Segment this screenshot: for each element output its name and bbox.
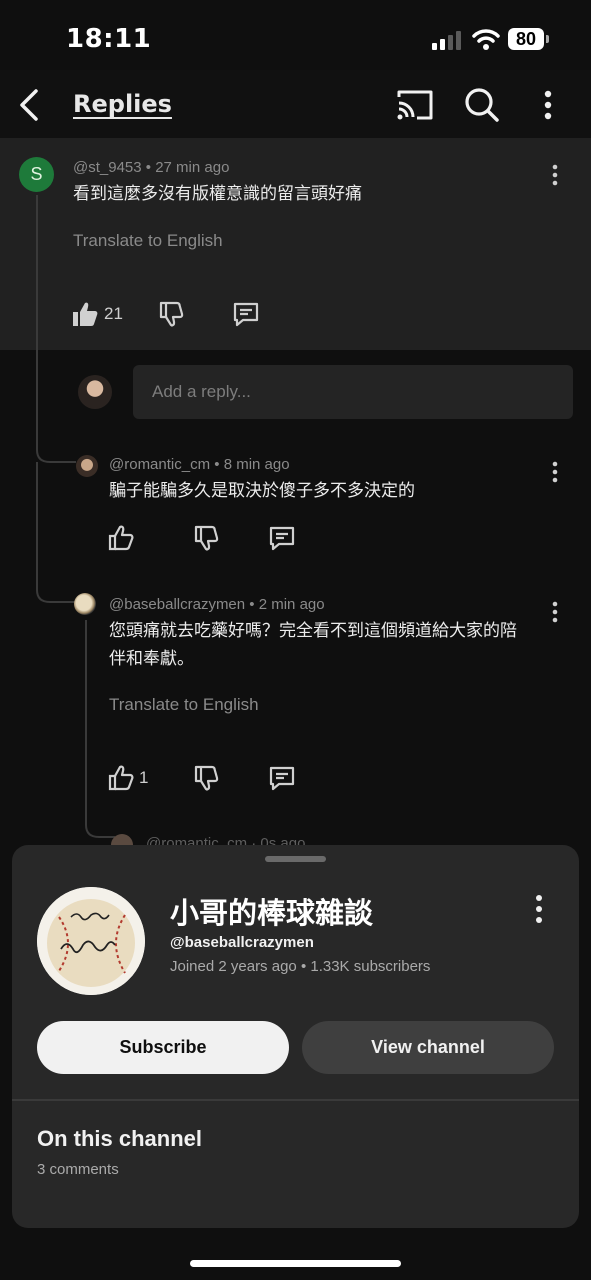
battery-level: 80 — [508, 28, 544, 50]
status-time: 18:11 — [66, 24, 152, 54]
like-icon[interactable] — [107, 524, 135, 552]
avatar[interactable]: S — [19, 157, 54, 192]
battery-tip — [546, 35, 549, 43]
search-icon[interactable] — [463, 86, 501, 124]
comment-more-icon[interactable] — [545, 599, 565, 625]
like-filled-icon[interactable] — [71, 300, 99, 328]
my-avatar — [78, 375, 112, 409]
subscriber-count: 1.33K subscribers — [310, 958, 431, 975]
avatar[interactable] — [74, 593, 96, 615]
joined-date: Joined 2 years ago — [170, 958, 297, 975]
comment-text: 伴和奉獻。 — [109, 649, 194, 669]
thread-connector — [85, 815, 115, 838]
avatar[interactable] — [76, 455, 98, 477]
like-icon[interactable] — [107, 764, 135, 792]
comment-author[interactable]: @st_9453 — [73, 159, 142, 176]
cellular-signal-icon — [432, 31, 461, 50]
reply-icon[interactable] — [268, 764, 296, 792]
translate-link[interactable]: Translate to English — [73, 231, 223, 251]
comment-author[interactable]: @baseballcrazymen — [109, 596, 245, 613]
dislike-icon[interactable] — [192, 524, 220, 552]
meta-separator: • — [249, 596, 259, 613]
comment-meta: @romantic_cm • 8 min ago — [109, 456, 290, 473]
comment-text: 騙子能騙多久是取決於傻子多不多決定的 — [109, 481, 415, 501]
thread-line — [85, 620, 87, 825]
thread-line — [36, 195, 38, 450]
comment-time: 8 min ago — [223, 456, 290, 473]
cast-icon[interactable] — [395, 88, 435, 122]
sheet-more-icon[interactable] — [528, 892, 550, 926]
like-count: 21 — [104, 304, 123, 323]
reply-icon[interactable] — [232, 300, 260, 328]
comment-text: 您頭痛就去吃藥好嗎？完全看不到這個頻道給大家的陪 — [109, 621, 517, 641]
wifi-icon — [472, 29, 500, 50]
dislike-icon[interactable] — [157, 300, 185, 328]
channel-handle: @baseballcrazymen — [170, 934, 314, 951]
comment-meta: @baseballcrazymen • 2 min ago — [109, 596, 325, 613]
comment-meta: @st_9453 • 27 min ago — [73, 159, 229, 176]
dislike-icon[interactable] — [192, 764, 220, 792]
battery-indicator: 80 — [508, 28, 550, 50]
more-options-icon[interactable] — [532, 86, 564, 124]
translate-link[interactable]: Translate to English — [109, 695, 259, 715]
thread-connector — [36, 580, 76, 603]
subscribe-button[interactable]: Subscribe — [37, 1021, 289, 1074]
baseball-icon — [37, 887, 145, 995]
channel-avatar[interactable] — [37, 887, 145, 995]
comment-author[interactable]: @romantic_cm — [109, 456, 210, 473]
comment-more-icon[interactable] — [545, 162, 565, 188]
channel-name: 小哥的棒球雜談 — [170, 896, 374, 930]
thread-connector — [36, 440, 76, 463]
section-title: On this channel — [37, 1126, 203, 1151]
channel-stats: Joined 2 years ago • 1.33K subscribers — [170, 958, 430, 975]
comment-more-icon[interactable] — [545, 459, 565, 485]
reply-icon[interactable] — [268, 524, 296, 552]
divider — [12, 1099, 579, 1101]
meta-separator: • — [145, 159, 156, 176]
comment-text: 看到這麼多沒有版權意識的留言頭好痛 — [73, 184, 362, 204]
comment-time: 2 min ago — [258, 596, 325, 613]
meta-separator: • — [214, 456, 224, 473]
meta-separator: • — [300, 958, 311, 975]
like-count: 1 — [139, 768, 149, 787]
comment-time: 27 min ago — [155, 159, 230, 176]
home-indicator — [190, 1260, 401, 1267]
back-arrow-icon[interactable] — [14, 86, 48, 124]
thread-line — [36, 462, 38, 584]
add-reply-input[interactable] — [133, 365, 573, 419]
drag-handle[interactable] — [265, 856, 326, 862]
comment-count: 3 comments — [37, 1161, 119, 1178]
view-channel-button[interactable]: View channel — [302, 1021, 554, 1074]
page-title[interactable]: Replies — [73, 90, 172, 118]
